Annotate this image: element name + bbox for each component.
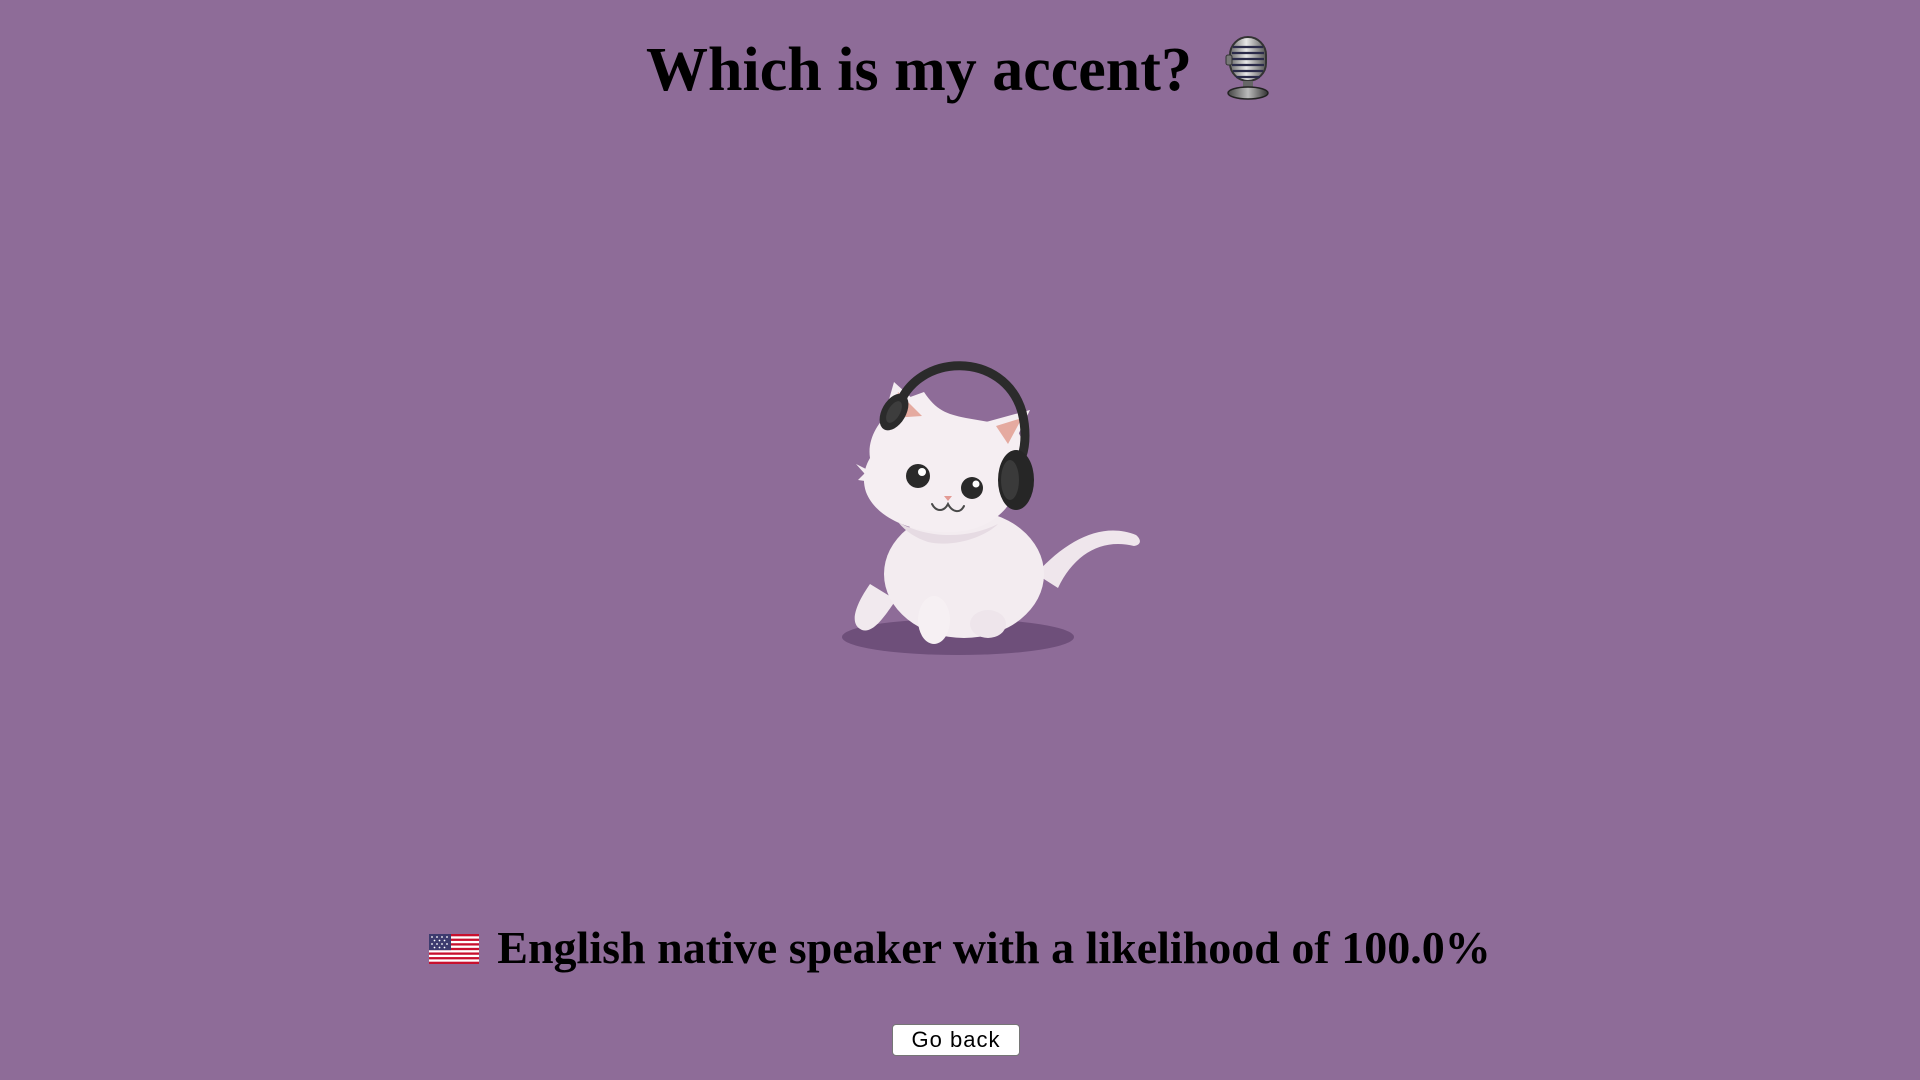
- result-message: English native speaker with a likelihood…: [0, 918, 1920, 978]
- result-text: English native speaker with a likelihood…: [497, 922, 1491, 973]
- cat-with-headphones-icon: [842, 361, 1140, 655]
- go-back-button[interactable]: Go back: [892, 1024, 1020, 1056]
- microphone-icon: [1225, 36, 1269, 100]
- page-title: Which is my accent?: [646, 36, 1192, 104]
- header: Which is my accent?: [0, 30, 1920, 110]
- us-flag-icon: [429, 934, 480, 964]
